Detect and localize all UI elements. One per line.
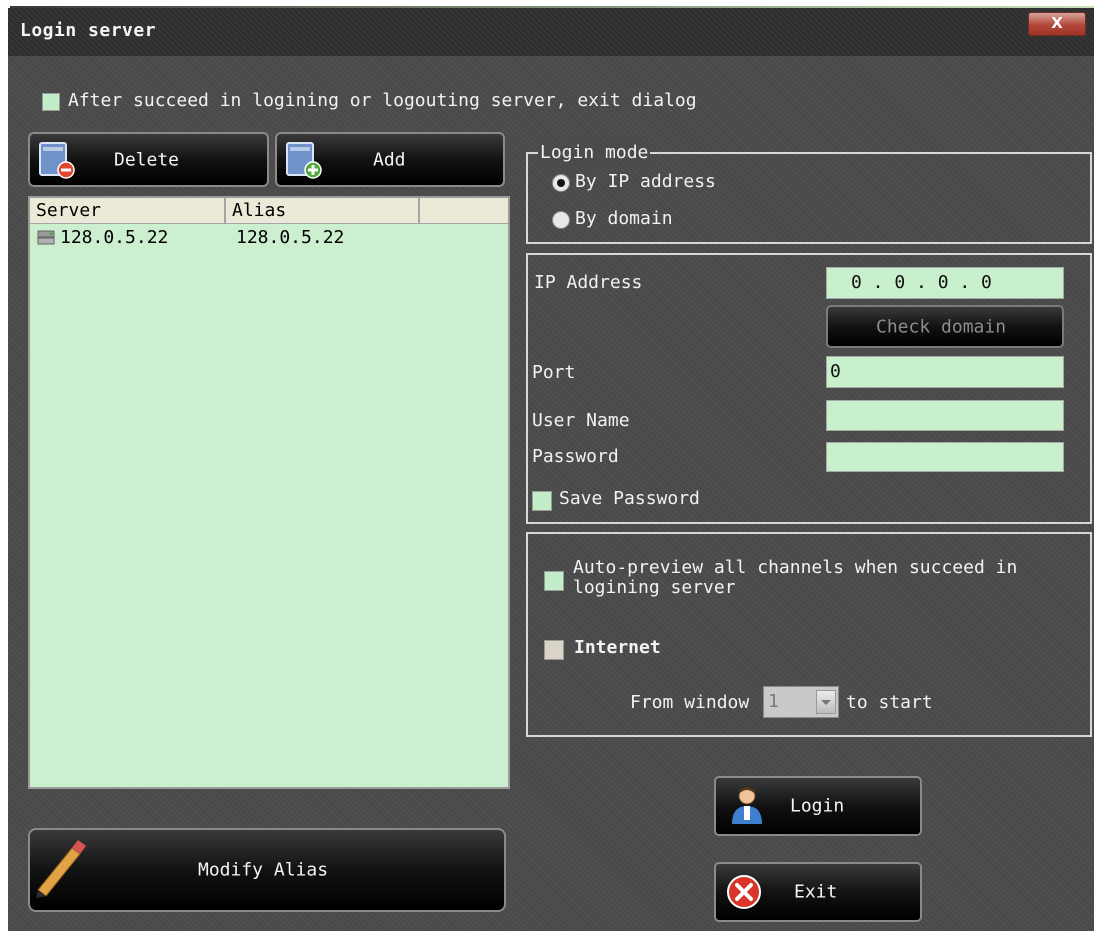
add-server-icon	[286, 142, 322, 179]
delete-label: Delete	[114, 149, 180, 170]
radio-by-domain[interactable]	[552, 211, 570, 229]
username-label: User Name	[532, 410, 630, 431]
close-button[interactable]: X	[1028, 12, 1086, 36]
port-label: Port	[532, 362, 576, 383]
column-header-alias[interactable]: Alias	[226, 198, 420, 223]
user-icon	[732, 787, 762, 824]
login-mode-legend: Login mode	[538, 142, 651, 163]
title-bar: Login server X	[8, 8, 1094, 56]
to-start-label: to start	[846, 692, 933, 713]
port-field[interactable]: 0	[826, 356, 1064, 388]
login-mode-group	[526, 152, 1092, 244]
internet-label: Internet	[574, 637, 661, 658]
check-domain-button[interactable]: Check domain	[826, 305, 1064, 348]
login-button[interactable]: Login	[714, 776, 922, 836]
autopreview-label-line2: logining server	[573, 577, 736, 598]
exit-button[interactable]: Exit	[714, 862, 922, 922]
exit-dialog-label: After succeed in logining or logouting s…	[68, 90, 697, 111]
radio-by-ip[interactable]	[552, 174, 570, 192]
window-title: Login server	[20, 20, 157, 41]
from-window-label: From window	[630, 692, 750, 713]
autopreview-checkbox[interactable]	[544, 571, 564, 591]
add-label: Add	[373, 149, 406, 170]
password-field[interactable]	[826, 442, 1064, 472]
server-list[interactable]: Server Alias 128.0.5.22 128.0.5.22	[28, 196, 510, 789]
table-row[interactable]: 128.0.5.22 128.0.5.22	[30, 225, 508, 251]
username-field[interactable]	[826, 400, 1064, 431]
password-label: Password	[532, 446, 619, 467]
server-icon	[37, 230, 55, 245]
top-border	[0, 0, 1094, 8]
exit-dialog-checkbox[interactable]	[42, 93, 60, 111]
autopreview-label: Auto-preview all channels when succeed i…	[573, 558, 1017, 598]
exit-label: Exit	[794, 881, 838, 903]
delete-server-icon	[39, 142, 75, 179]
ip-address-field[interactable]: 0 . 0 . 0 . 0	[826, 267, 1064, 299]
modify-alias-button[interactable]: Modify Alias	[28, 828, 506, 912]
login-label: Login	[790, 795, 845, 817]
from-window-select[interactable]: 1	[763, 686, 839, 718]
delete-button[interactable]: Delete	[28, 132, 269, 187]
check-domain-label: Check domain	[876, 316, 1007, 337]
alias-cell: 128.0.5.22	[236, 227, 345, 248]
autopreview-label-line1: Auto-preview all channels when succeed i…	[573, 557, 1018, 578]
pencil-icon	[36, 840, 86, 898]
close-icon	[727, 875, 761, 909]
column-header-server[interactable]: Server	[30, 198, 226, 223]
radio-by-domain-label: By domain	[575, 208, 673, 229]
ip-address-label: IP Address	[534, 272, 643, 293]
modify-alias-label: Modify Alias	[198, 859, 329, 881]
login-server-dialog: Login server X After succeed in logining…	[8, 8, 1094, 931]
from-window-value: 1	[768, 691, 779, 712]
radio-by-ip-label: By IP address	[575, 171, 716, 192]
save-password-label: Save Password	[559, 488, 700, 509]
internet-checkbox[interactable]	[544, 640, 564, 660]
save-password-checkbox[interactable]	[532, 491, 552, 511]
add-button[interactable]: Add	[275, 132, 505, 187]
server-list-header: Server Alias	[30, 198, 508, 224]
chevron-down-icon[interactable]	[816, 690, 836, 714]
server-cell: 128.0.5.22	[60, 227, 169, 248]
